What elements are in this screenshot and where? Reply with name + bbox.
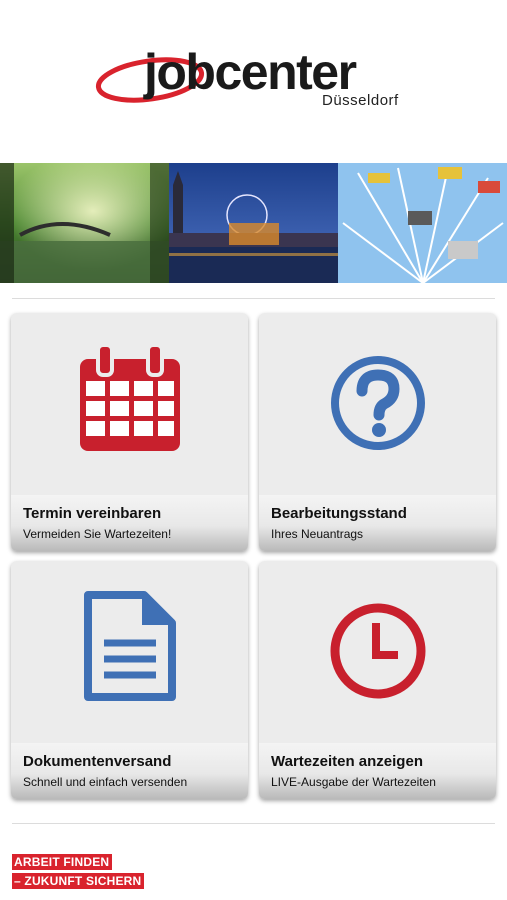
tile-subtitle: LIVE-Ausgabe der Wartezeiten (271, 775, 436, 789)
document-icon (83, 591, 176, 701)
app-header: jobcenter Düsseldorf (0, 0, 507, 160)
divider-top (12, 298, 495, 299)
tile-caption: Dokumentenversand Schnell und einfach ve… (11, 743, 248, 799)
bearbeitungsstand-tile[interactable]: Bearbeitungsstand Ihres Neuantrags (259, 313, 496, 551)
termin-vereinbaren-tile[interactable]: Termin vereinbaren Vermeiden Sie Warteze… (11, 313, 248, 551)
tile-title: Termin vereinbaren (23, 505, 162, 522)
swing-ride-photo (338, 163, 507, 283)
dokumentenversand-tile[interactable]: Dokumentenversand Schnell und einfach ve… (11, 561, 248, 799)
tile-title: Dokumentenversand (23, 753, 172, 770)
city-night-ferris-wheel-photo (169, 163, 338, 283)
footer-slogan: ARBEIT FINDEN – ZUKUNFT SICHERN (12, 853, 145, 890)
tile-subtitle: Ihres Neuantrags (271, 527, 364, 541)
question-icon (330, 356, 425, 450)
slogan-line-2: – ZUKUNFT SICHERN (12, 873, 145, 889)
photo-banner (0, 163, 507, 283)
calendar-icon (79, 343, 180, 451)
slogan-line-1: ARBEIT FINDEN (12, 854, 113, 870)
logo-city: Düsseldorf (322, 92, 399, 109)
tile-caption: Wartezeiten anzeigen LIVE-Ausgabe der Wa… (259, 743, 496, 799)
tile-subtitle: Schnell und einfach versenden (23, 775, 188, 789)
tile-caption: Termin vereinbaren Vermeiden Sie Warteze… (11, 495, 248, 551)
tile-subtitle: Vermeiden Sie Wartezeiten! (23, 527, 172, 541)
jobcenter-logo: jobcenter Düsseldorf (92, 40, 422, 120)
clock-icon (330, 603, 425, 699)
divider-bottom (12, 823, 495, 824)
park-canal-photo (0, 163, 169, 283)
wartezeiten-anzeigen-tile[interactable]: Wartezeiten anzeigen LIVE-Ausgabe der Wa… (259, 561, 496, 799)
tile-title: Bearbeitungsstand (271, 505, 407, 522)
tile-title: Wartezeiten anzeigen (271, 753, 423, 770)
tile-caption: Bearbeitungsstand Ihres Neuantrags (259, 495, 496, 551)
